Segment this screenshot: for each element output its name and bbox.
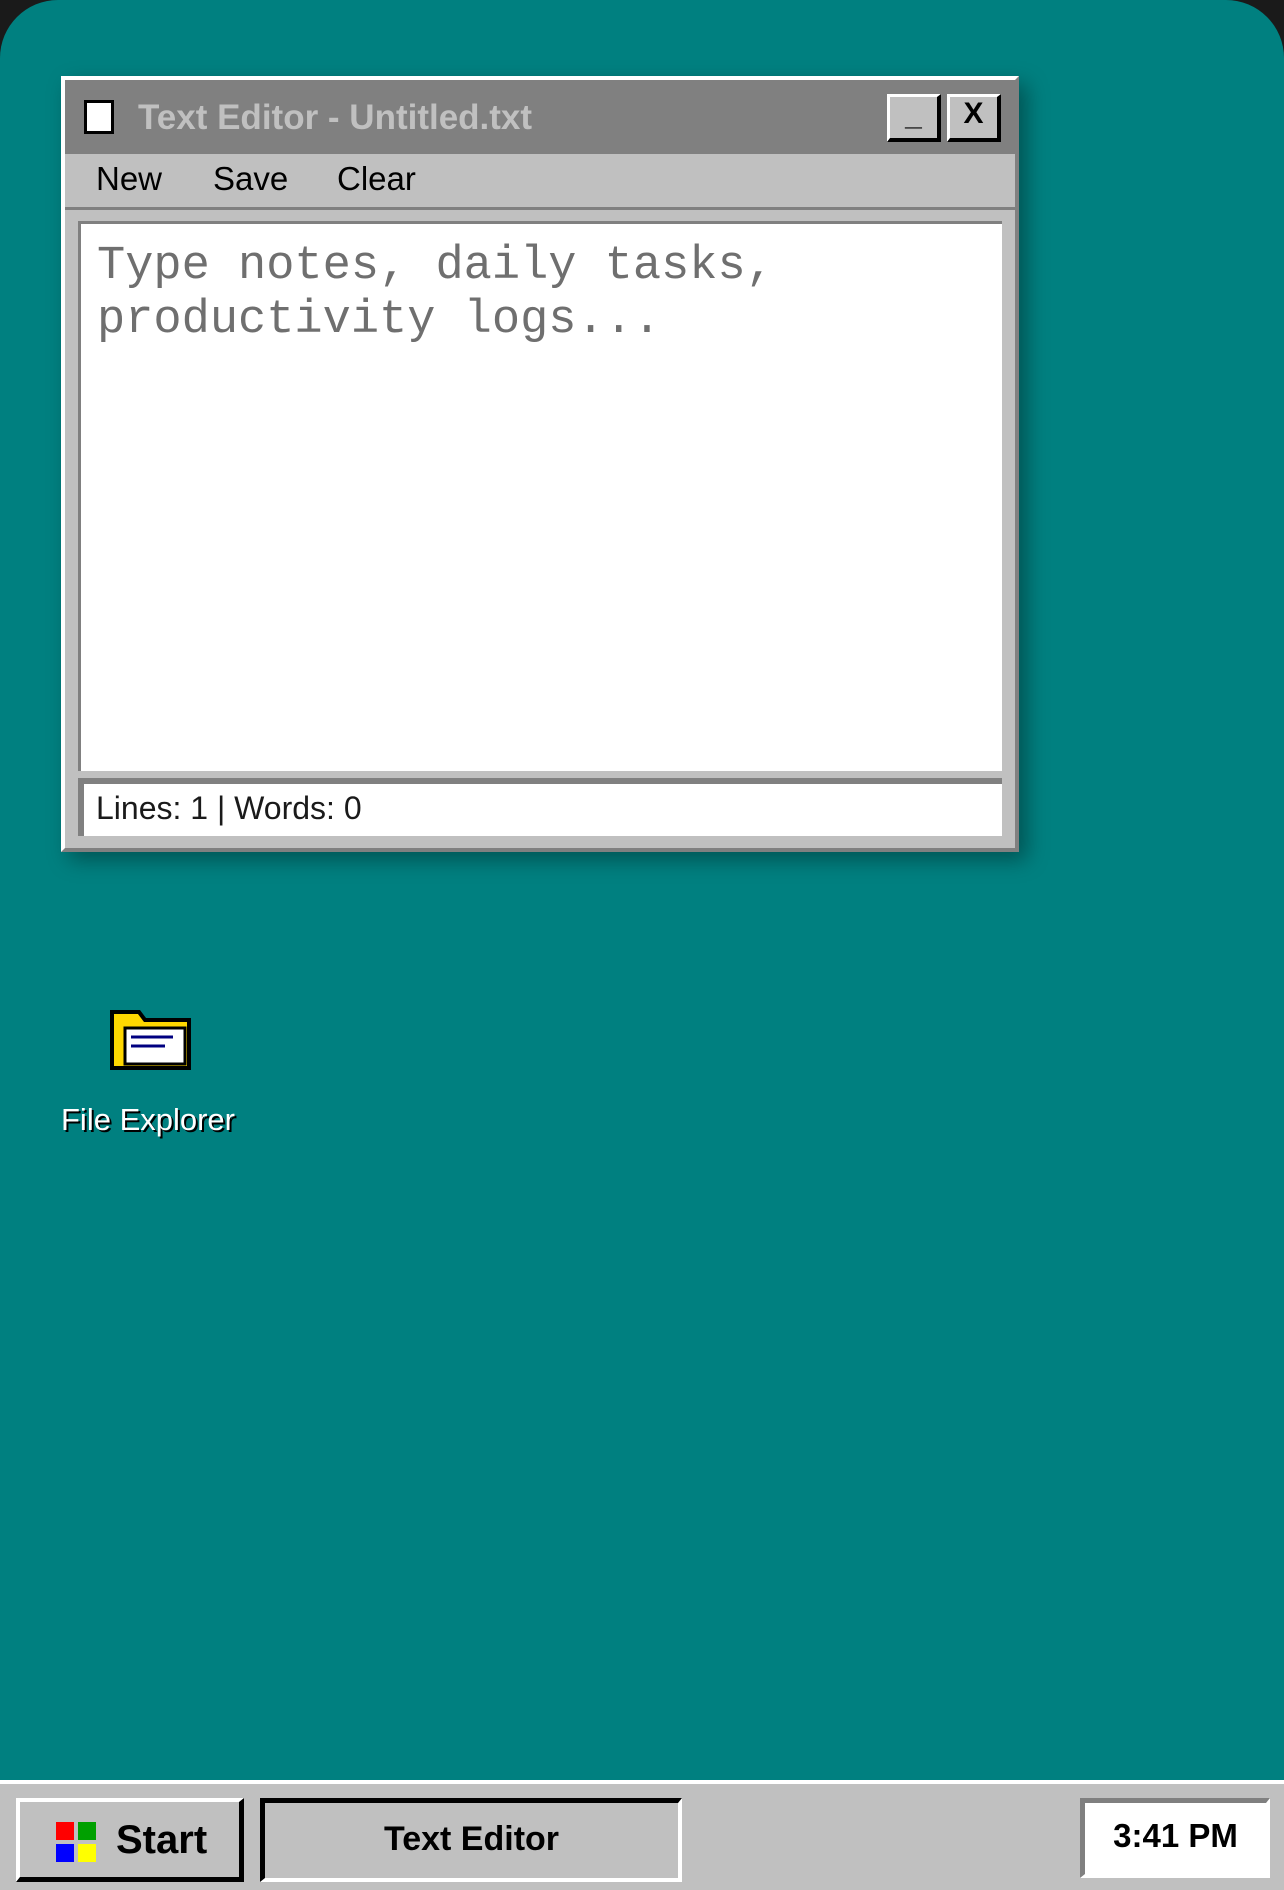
- document-icon: [84, 100, 114, 134]
- desktop-icon-file-explorer[interactable]: File Explorer: [48, 1000, 248, 1150]
- menu-item-new[interactable]: New: [96, 160, 162, 198]
- text-editor-window: Text Editor - Untitled.txt _ X New Save …: [61, 76, 1019, 852]
- title-bar[interactable]: Text Editor - Untitled.txt _ X: [65, 80, 1015, 154]
- folder-icon: [110, 1010, 191, 1070]
- close-button[interactable]: X: [947, 94, 1001, 142]
- menu-bar: New Save Clear: [65, 154, 1015, 210]
- text-editor-input[interactable]: [81, 224, 1002, 771]
- taskbar: Start Text Editor 3:41 PM: [0, 1780, 1284, 1890]
- start-label: Start: [116, 1818, 208, 1862]
- start-button[interactable]: Start: [16, 1798, 244, 1882]
- editor-panel: [78, 221, 1002, 771]
- window-title: Text Editor - Untitled.txt: [138, 98, 533, 137]
- taskbar-item-text-editor[interactable]: Text Editor: [260, 1798, 682, 1882]
- desktop-icon-label: File Explorer: [61, 1102, 235, 1137]
- menu-item-save[interactable]: Save: [213, 160, 288, 198]
- windows-logo-icon: [56, 1822, 98, 1864]
- clock: 3:41 PM: [1080, 1798, 1270, 1878]
- desktop: Text Editor - Untitled.txt _ X New Save …: [0, 0, 1284, 1890]
- status-text: Lines: 1 | Words: 0: [96, 790, 362, 826]
- minimize-button[interactable]: _: [887, 94, 941, 142]
- menu-item-clear[interactable]: Clear: [337, 160, 416, 198]
- status-bar: Lines: 1 | Words: 0: [78, 778, 1002, 836]
